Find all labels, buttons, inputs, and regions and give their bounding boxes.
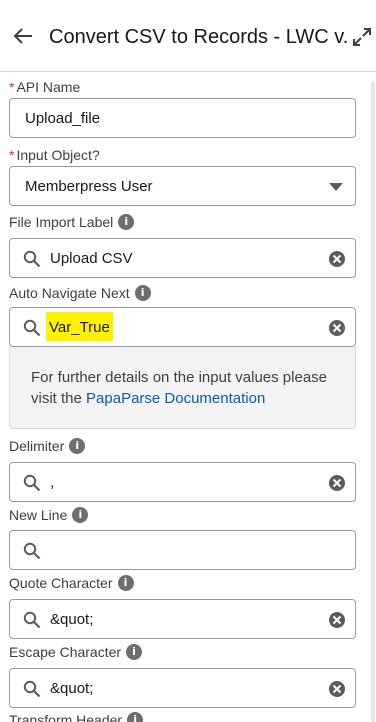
- help-text: For further details on the input values …: [31, 367, 351, 409]
- file-import-label-text: File Import Label: [9, 214, 114, 230]
- highlighted-value: Var_True: [46, 312, 113, 341]
- new-line-label: New Line: [9, 506, 89, 524]
- info-icon[interactable]: [127, 712, 144, 722]
- scrollbar[interactable]: [371, 82, 375, 722]
- search-icon: [23, 250, 41, 268]
- chevron-down-icon: [329, 183, 343, 191]
- auto-navigate-next-text: Auto Navigate Next: [9, 285, 130, 301]
- info-icon[interactable]: [72, 507, 89, 523]
- auto-navigate-next-label: Auto Navigate Next: [9, 284, 151, 302]
- required-marker: *: [9, 79, 15, 95]
- search-icon: [23, 474, 41, 492]
- delimiter-label: Delimiter: [9, 437, 86, 455]
- delimiter-value: ,: [50, 474, 55, 491]
- panel-title: Convert CSV to Records - LWC v...: [49, 26, 349, 48]
- api-name-label-text: API Name: [16, 79, 81, 95]
- transform-header-label-text: Transform Header: [9, 712, 123, 722]
- file-import-label-label: File Import Label: [9, 213, 135, 231]
- info-icon[interactable]: [126, 644, 143, 660]
- api-name-value: Upload_file: [25, 110, 101, 127]
- required-marker: *: [9, 147, 15, 163]
- expand-icon[interactable]: [352, 27, 372, 47]
- clear-icon[interactable]: [328, 319, 346, 337]
- clear-icon[interactable]: [328, 680, 346, 698]
- info-icon[interactable]: [69, 438, 86, 454]
- input-object-label-text: Input Object?: [16, 147, 100, 163]
- input-object-label: * Input Object?: [9, 146, 100, 164]
- quote-character-label: Quote Character: [9, 574, 134, 592]
- quote-character-label-text: Quote Character: [9, 575, 113, 591]
- properties-panel[interactable]: * API Name Upload_file * Input Object? M…: [0, 72, 376, 722]
- info-icon[interactable]: [117, 575, 134, 591]
- new-line-label-text: New Line: [9, 507, 68, 523]
- quote-character-field[interactable]: &quot;: [9, 599, 356, 639]
- clear-icon[interactable]: [328, 474, 346, 492]
- delimiter-label-text: Delimiter: [9, 438, 65, 454]
- escape-character-value: &quot;: [50, 680, 94, 697]
- info-icon[interactable]: [118, 214, 135, 230]
- back-arrow-icon[interactable]: [12, 26, 34, 46]
- quote-character-value: &quot;: [50, 611, 94, 628]
- file-import-label-value: Upload CSV: [50, 250, 133, 267]
- auto-navigate-next-field[interactable]: Var_True: [9, 307, 356, 347]
- api-name-label: * API Name: [9, 78, 80, 96]
- search-icon: [23, 542, 41, 560]
- escape-character-label-text: Escape Character: [9, 644, 122, 660]
- api-name-field[interactable]: Upload_file: [9, 98, 356, 138]
- file-import-label-field[interactable]: Upload CSV: [9, 238, 356, 278]
- help-box: For further details on the input values …: [9, 347, 356, 429]
- clear-icon[interactable]: [328, 611, 346, 629]
- papaparse-documentation-link[interactable]: PapaParse Documentation: [86, 390, 265, 407]
- escape-character-field[interactable]: &quot;: [9, 668, 356, 708]
- info-icon[interactable]: [134, 285, 151, 301]
- escape-character-label: Escape Character: [9, 643, 143, 661]
- transform-header-label: Transform Header: [9, 711, 144, 722]
- auto-navigate-next-value: Var_True: [46, 312, 113, 341]
- clear-icon[interactable]: [328, 250, 346, 268]
- delimiter-field[interactable]: ,: [9, 462, 356, 502]
- input-object-value: Memberpress User: [25, 178, 153, 195]
- search-icon: [23, 680, 41, 698]
- input-object-select[interactable]: Memberpress User: [9, 166, 356, 206]
- new-line-field[interactable]: [9, 530, 356, 570]
- panel-header: Convert CSV to Records - LWC v...: [0, 0, 376, 72]
- search-icon: [23, 319, 41, 337]
- search-icon: [23, 611, 41, 629]
